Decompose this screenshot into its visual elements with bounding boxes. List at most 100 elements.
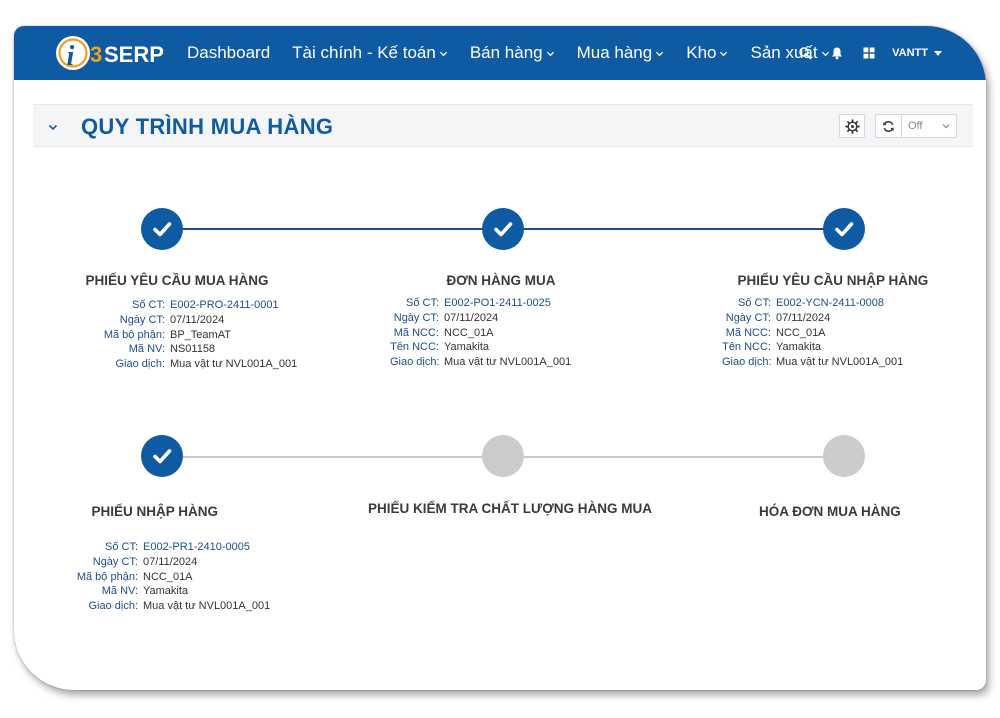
svg-text:i: i xyxy=(67,41,75,72)
detail-value: Mua vật tư NVL001A_001 xyxy=(143,600,271,613)
detail-row: Mã bộ phận: NCC_01A xyxy=(76,570,270,585)
detail-row: Ngày CT: 07/11/2024 xyxy=(76,313,297,328)
search-icon[interactable] xyxy=(798,46,812,60)
user-menu[interactable]: VANTT xyxy=(892,47,942,59)
i3serp-logo[interactable]: i 3 SERP xyxy=(54,32,174,74)
nav-item-label: Dashboard xyxy=(187,43,271,62)
detail-row: Mã NV: NS01158 xyxy=(76,342,297,357)
nav-item[interactable]: Kho xyxy=(686,43,728,63)
main-menu: Dashboard Tài chính - Kế toán Bán hàng Mua … xyxy=(187,26,852,80)
refresh-icon xyxy=(883,120,894,132)
nav-item-label: Bán hàng xyxy=(469,43,543,62)
detail-value: Mua vật tư NVL001A_001 xyxy=(776,356,904,369)
document-number-link[interactable]: E002-PO1-2411-0025 xyxy=(444,296,551,311)
document-number-link[interactable]: E002-YCN-2411-0008 xyxy=(776,296,884,311)
page-title: QUY TRÌNH MUA HÀNG xyxy=(81,114,334,139)
connector-line xyxy=(162,456,503,458)
nav-item[interactable]: Tài chính - Kế toán xyxy=(292,43,448,63)
nav-item-label: Mua hàng xyxy=(576,43,653,62)
step-node-done[interactable] xyxy=(823,208,865,250)
detail-value: Yamakita xyxy=(444,341,490,354)
step-title: PHIẾU NHẬP HÀNG xyxy=(91,504,219,519)
detail-value: NCC_01A xyxy=(444,326,494,339)
step-details: Số CT: E002-YCN-2411-0008 Ngày CT: 07/11/20… xyxy=(722,296,903,370)
detail-label: Mã bộ phận: xyxy=(103,328,165,341)
detail-label: Tên NCC: xyxy=(390,341,439,354)
detail-label: Ngày CT: xyxy=(725,311,771,324)
checkmark-icon xyxy=(153,449,172,464)
settings-button[interactable] xyxy=(839,114,865,138)
nav-item-label: Tài chính - Kế toán xyxy=(292,43,436,62)
detail-row: Số CT: E002-PR1-2410-0005 xyxy=(76,540,270,555)
detail-value: 07/11/2024 xyxy=(143,555,198,568)
detail-value: 07/11/2024 xyxy=(444,311,499,324)
refresh-button[interactable] xyxy=(875,114,901,138)
auto-refresh-value: Off xyxy=(908,120,923,132)
top-navbar: i 3 SERP Dashboard Tài chính - Kế toán Bán… xyxy=(14,26,986,80)
detail-value: Mua vật tư NVL001A_001 xyxy=(170,358,298,371)
detail-row: Mã bộ phận: BP_TeamAT xyxy=(76,328,297,343)
step-title: PHIẾU YÊU CẦU NHẬP HÀNG xyxy=(737,273,929,288)
detail-row: Ngày CT: 07/11/2024 xyxy=(390,311,571,326)
chevron-down-icon xyxy=(546,51,554,56)
detail-row: Mã NCC: NCC_01A xyxy=(390,326,571,341)
bell-icon[interactable] xyxy=(830,46,844,60)
detail-value: BP_TeamAT xyxy=(170,328,231,341)
detail-label: Giao dịch: xyxy=(722,356,772,369)
checkmark-icon xyxy=(835,222,854,237)
step-details: Số CT: E002-PRO-2411-0001 Ngày CT: 07/11/20… xyxy=(76,298,297,372)
chevron-down-icon xyxy=(942,124,950,129)
detail-value: 07/11/2024 xyxy=(170,313,225,326)
detail-row: Tên NCC: Yamakita xyxy=(722,340,903,355)
chevron-down-icon xyxy=(720,51,728,56)
nav-item-label: Kho xyxy=(686,43,717,62)
detail-label: Tên NCC: xyxy=(722,341,771,354)
step-title: PHIẾU KIỂM TRA CHẤT LƯỢNG HÀNG MUA xyxy=(368,501,652,516)
detail-value: NCC_01A xyxy=(143,570,193,583)
apps-grid-icon[interactable] xyxy=(862,46,876,60)
nav-item[interactable]: Bán hàng xyxy=(470,43,555,63)
detail-label: Mã bộ phận: xyxy=(76,570,138,583)
step-node-done[interactable] xyxy=(141,435,183,477)
detail-row: Giao dịch: Mua vật tư NVL001A_001 xyxy=(390,355,571,370)
navbar-tools: VANTT xyxy=(780,26,942,80)
detail-value: Yamakita xyxy=(143,585,189,598)
detail-label: Giao dịch: xyxy=(88,600,138,613)
detail-label: Mã NCC: xyxy=(725,326,771,339)
logo-text: SERP xyxy=(104,42,164,67)
detail-row: Số CT: E002-YCN-2411-0008 xyxy=(722,296,903,311)
detail-label: Giao dịch: xyxy=(390,356,440,369)
detail-label: Số CT: xyxy=(131,299,165,311)
detail-row: Giao dịch: Mua vật tư NVL001A_001 xyxy=(722,355,903,370)
step-node-pending[interactable] xyxy=(823,435,865,477)
detail-row: Mã NV: Yamakita xyxy=(76,584,270,599)
chevron-down-icon xyxy=(656,51,664,56)
step-node-done[interactable] xyxy=(141,208,183,250)
document-number-link[interactable]: E002-PRO-2411-0001 xyxy=(170,298,279,313)
step-node-done[interactable] xyxy=(482,208,524,250)
panel-header: QUY TRÌNH MUA HÀNG Off xyxy=(33,104,973,147)
nav-item[interactable]: Dashboard xyxy=(187,43,270,63)
document-number-link[interactable]: E002-PR1-2410-0005 xyxy=(143,540,250,555)
step-details: Số CT: E002-PO1-2411-0025 Ngày CT: 07/11/20… xyxy=(390,296,571,370)
detail-label: Ngày CT: xyxy=(92,555,138,568)
step-node-pending[interactable] xyxy=(482,435,524,477)
detail-value: NS01158 xyxy=(170,343,216,356)
nav-item[interactable]: Mua hàng xyxy=(577,43,665,63)
detail-label: Mã NV: xyxy=(101,585,138,598)
step-title: PHIẾU YÊU CẦU MUA HÀNG xyxy=(85,273,269,288)
detail-row: Giao dịch: Mua vật tư NVL001A_001 xyxy=(76,599,270,614)
detail-label: Ngày CT: xyxy=(119,313,165,326)
svg-text:3: 3 xyxy=(90,42,102,67)
detail-row: Ngày CT: 07/11/2024 xyxy=(76,555,270,570)
chevron-down-icon[interactable] xyxy=(47,120,59,132)
detail-value: 07/11/2024 xyxy=(776,311,831,324)
detail-row: Giao dịch: Mua vật tư NVL001A_001 xyxy=(76,357,297,372)
step-title: HÓA ĐƠN MUA HÀNG xyxy=(759,504,901,519)
detail-row: Ngày CT: 07/11/2024 xyxy=(722,311,903,326)
detail-row: Số CT: E002-PO1-2411-0025 xyxy=(390,296,571,311)
detail-label: Mã NV: xyxy=(128,343,165,356)
detail-label: Số CT: xyxy=(737,297,771,309)
auto-refresh-select[interactable]: Off xyxy=(901,114,957,138)
connector-line xyxy=(503,456,844,458)
